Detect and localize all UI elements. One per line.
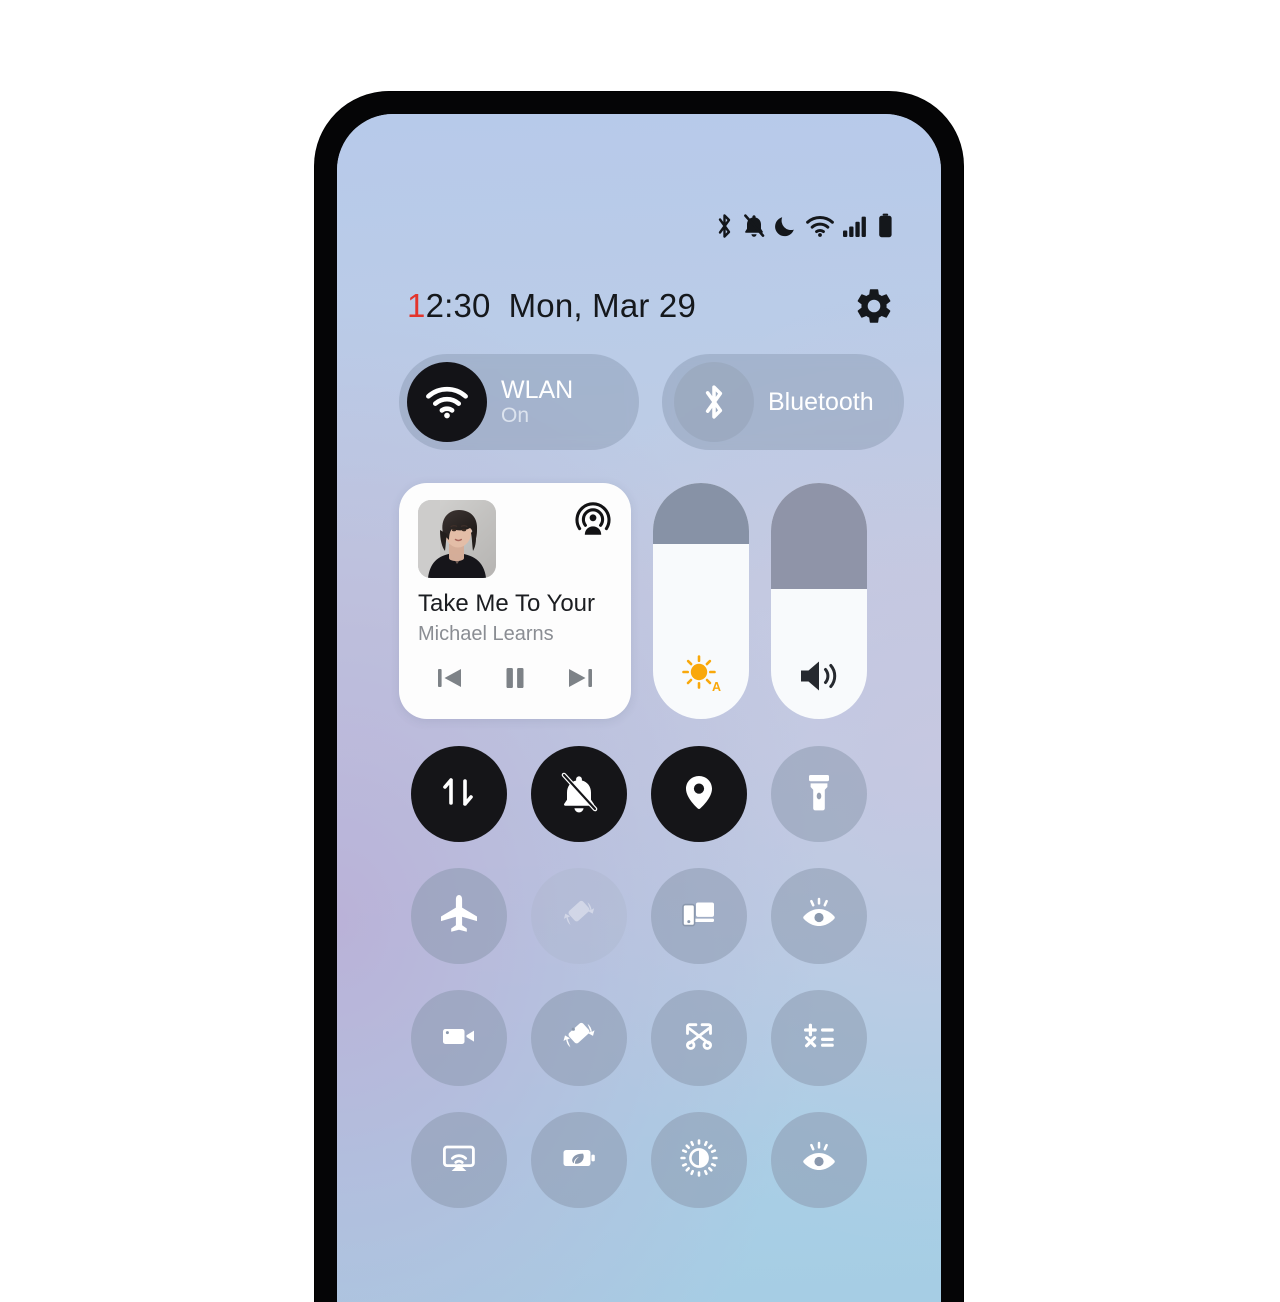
volume-slider-fill: [771, 483, 867, 590]
airplane-mode-toggle[interactable]: [411, 868, 507, 964]
battery-leaf-icon: [556, 1135, 602, 1186]
wlan-label: WLAN: [501, 376, 574, 405]
screen-cast-icon: [436, 1135, 482, 1186]
media-artist: Michael Learns: [418, 623, 554, 645]
battery-icon: [878, 213, 893, 239]
auto-contrast-toggle[interactable]: [651, 1112, 747, 1208]
header: 12:30 Mon, Mar 29: [337, 279, 941, 333]
wlan-pill[interactable]: WLAN On: [399, 354, 639, 450]
bell-off-icon: [556, 769, 602, 820]
media-controls: [399, 661, 631, 695]
brightness-auto-icon: A: [653, 649, 749, 697]
bluetooth-icon: [674, 362, 754, 442]
gear-icon[interactable]: [853, 285, 895, 327]
clock: 12:30: [407, 287, 491, 325]
flashlight-toggle[interactable]: [771, 746, 867, 842]
location-pin-icon: [677, 770, 721, 819]
moon-icon: [775, 214, 797, 238]
bluetooth-pill[interactable]: Bluetooth: [662, 354, 904, 450]
date-label: Mon, Mar 29: [508, 287, 697, 324]
airplane-icon: [436, 891, 482, 942]
eye-care-icon: [796, 891, 842, 942]
screen-rotation-toggle[interactable]: [531, 990, 627, 1086]
screenshot-toggle[interactable]: [651, 990, 747, 1086]
sun-contrast-icon: [676, 1135, 722, 1186]
bell-off-icon: [742, 213, 766, 239]
skip-next-icon[interactable]: [563, 661, 597, 695]
silent-mode-toggle[interactable]: [531, 746, 627, 842]
mobile-data-toggle[interactable]: [411, 746, 507, 842]
media-player-card[interactable]: Take Me To Your Michael Learns: [399, 483, 631, 719]
quick-toggle-grid: [399, 746, 879, 1208]
scissors-screenshot-icon: [676, 1013, 722, 1064]
camcorder-icon: [436, 1013, 482, 1064]
rotate-device-icon: [556, 1013, 602, 1064]
phone-frame: 12:30 Mon, Mar 29 WLAN On Bluetooth Take…: [315, 92, 963, 1302]
clock-and-date: 12:30 Mon, Mar 29: [407, 287, 696, 325]
signal-bars-icon: [843, 214, 869, 238]
bluetooth-label: Bluetooth: [768, 387, 874, 416]
eye-protection-toggle[interactable]: [771, 1112, 867, 1208]
wifi-icon: [407, 362, 487, 442]
flashlight-icon: [799, 770, 839, 819]
wifi-icon: [806, 214, 834, 238]
pause-icon[interactable]: [498, 661, 532, 695]
phone-screen: 12:30 Mon, Mar 29 WLAN On Bluetooth Take…: [337, 114, 941, 1302]
skip-previous-icon[interactable]: [433, 661, 467, 695]
eye-comfort-toggle[interactable]: [771, 868, 867, 964]
auto-rotate-toggle[interactable]: [531, 868, 627, 964]
auto-rotate-icon: [556, 891, 602, 942]
media-and-sliders-row: Take Me To Your Michael Learns A: [399, 483, 867, 719]
clock-rest: 2:30: [425, 287, 491, 324]
clock-accent-digit: 1: [407, 287, 426, 324]
svg-text:A: A: [712, 680, 721, 694]
eye-care-icon: [796, 1135, 842, 1186]
brightness-slider[interactable]: A: [653, 483, 749, 719]
bluetooth-icon: [716, 213, 733, 239]
calculator-icon: [796, 1013, 842, 1064]
screen-recorder-toggle[interactable]: [411, 990, 507, 1086]
wlan-status: On: [501, 404, 530, 428]
audio-output-icon[interactable]: [573, 501, 613, 546]
cast-screen-toggle[interactable]: [411, 1112, 507, 1208]
brightness-slider-fill: [653, 483, 749, 545]
volume-slider[interactable]: [771, 483, 867, 719]
location-toggle[interactable]: [651, 746, 747, 842]
album-art: [418, 500, 496, 578]
battery-saver-toggle[interactable]: [531, 1112, 627, 1208]
multi-device-toggle[interactable]: [651, 868, 747, 964]
multi-device-icon: [676, 891, 722, 942]
data-transfer-icon: [436, 769, 482, 820]
volume-icon: [771, 655, 867, 697]
calculator-toggle[interactable]: [771, 990, 867, 1086]
status-bar: [716, 212, 893, 240]
media-title: Take Me To Your: [418, 590, 596, 617]
quick-settings-pills: WLAN On Bluetooth: [399, 354, 904, 450]
